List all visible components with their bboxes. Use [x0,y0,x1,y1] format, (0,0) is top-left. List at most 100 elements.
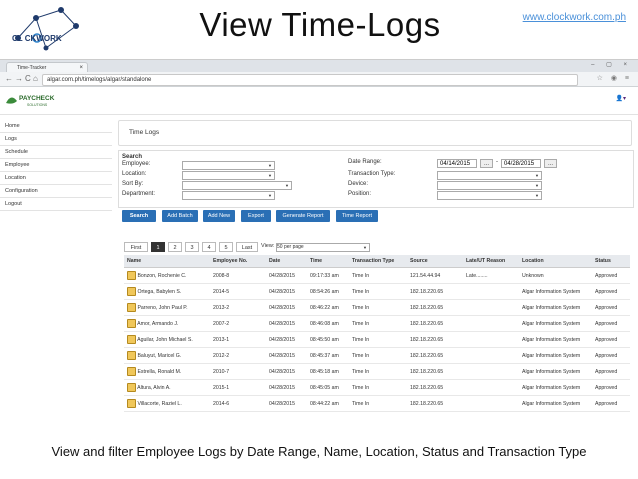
column-header[interactable]: Source [407,255,463,268]
column-header[interactable]: Late/UT Reason [463,255,519,268]
table-cell: Algar Information System [519,347,592,364]
export-button[interactable]: Export [241,210,271,222]
edit-icon[interactable] [127,319,136,328]
sidebar-item-logs[interactable]: Logs [0,133,112,146]
column-header[interactable]: Time [307,255,349,268]
brand-name: PAYCHECK [19,95,55,102]
page-size-select[interactable]: 50 per page ▼ [276,243,370,252]
logo-wordmark: CL CKWORK [12,34,62,43]
reload-icon[interactable]: C [25,73,31,85]
table-body: Bonzon, Rochenie C. 2008-8 04/28/2015 09:17… [124,267,630,412]
table-row: Aguilar, John Michael S. 2013-1 04/28/2015… [124,331,630,348]
user-menu[interactable]: 👤▾ [616,95,626,102]
slide-url[interactable]: www.clockwork.com.ph [523,12,626,23]
page-button-3[interactable]: 3 [185,242,199,252]
table-row: Estrella, Ronald M. 2010-7 04/28/2015 08:45… [124,363,630,380]
table-cell: Estrella, Ronald M. [124,363,210,380]
edit-icon[interactable] [127,351,136,360]
edit-icon[interactable] [127,383,136,392]
date-from-input[interactable]: 04/14/2015 [437,159,477,168]
table-cell: Time In [349,379,407,396]
device-select[interactable]: ▼ [437,181,542,190]
department-select[interactable]: ▼ [182,191,275,200]
sidebar-item-home[interactable]: Home [0,120,112,133]
sidebar-item-employee[interactable]: Employee [0,159,112,172]
table-cell: Approved [592,331,630,348]
table-cell: 182.18.220.65 [407,299,463,316]
column-header[interactable]: Location [519,255,592,268]
page-button-2[interactable]: 2 [168,242,182,252]
sidebar-item-location[interactable]: Location [0,172,112,185]
generate-report-button[interactable]: Generate Report [276,210,330,222]
forward-icon[interactable]: → [15,73,23,85]
panel-title: Time Logs [118,120,632,146]
edit-icon[interactable] [127,399,136,408]
location-select[interactable]: ▼ [182,171,275,180]
employee-select[interactable]: ▼ [182,161,275,170]
table-cell: Algar Information System [519,395,592,412]
chevron-down-icon: ▼ [363,245,367,250]
sidebar-item-schedule[interactable]: Schedule [0,146,112,159]
edit-icon[interactable] [127,271,136,280]
table-cell: Time In [349,315,407,332]
sidebar-item-logout[interactable]: Logout [0,198,112,211]
page-button-4[interactable]: 4 [202,242,216,252]
edit-icon[interactable] [127,367,136,376]
table-cell: Algar Information System [519,363,592,380]
table-cell: Altura, Alvin A. [124,379,210,396]
column-header[interactable]: Name [124,255,210,268]
search-button[interactable]: Search [122,210,156,222]
date-from-picker-button[interactable]: ... [480,159,493,168]
table-row: Altura, Alvin A. 2015-1 04/28/2015 08:45:05… [124,379,630,396]
last-page-button[interactable]: Last [236,242,258,252]
table-cell: 04/28/2015 [266,331,307,348]
date-to-input[interactable]: 04/28/2015 [501,159,541,168]
add-new-button[interactable]: Add New [203,210,235,222]
browser-tab[interactable]: Time-Tracker × [6,62,88,72]
extension-icons[interactable]: ☆ ◉ ≡ [597,74,632,82]
table-cell: Time In [349,363,407,380]
table-cell: Approved [592,363,630,380]
chevron-down-icon: ▼ [535,183,539,188]
table-cell: Approved [592,315,630,332]
location-label: Location: [122,171,147,177]
employee-name: Baluyut, Maricel G. [137,352,182,359]
column-header[interactable]: Employee No. [210,255,266,268]
page-button-1[interactable]: 1 [151,242,165,252]
back-icon[interactable]: ← [5,73,13,85]
table-cell: 04/28/2015 [266,283,307,300]
table-cell [463,363,519,380]
table-row: Amor, Armando J. 2007-2 04/28/2015 08:46:08… [124,315,630,332]
table-cell: Approved [592,395,630,412]
table-cell: Approved [592,299,630,316]
url-input[interactable]: algar.com.ph/timelogs/algar/standalone [42,74,578,86]
table-cell: Ortega, Babylen S. [124,283,210,300]
home-icon[interactable]: ⌂ [33,73,38,85]
table-cell: 08:54:26 am [307,283,349,300]
column-header[interactable]: Date [266,255,307,268]
edit-icon[interactable] [127,303,136,312]
table-cell: 04/28/2015 [266,267,307,284]
table-cell: 2013-2 [210,299,266,316]
transtype-select[interactable]: ▼ [437,171,542,180]
table-header: Name Employee No. Date Time Transaction Type… [124,255,630,268]
sidebar-item-configuration[interactable]: Configuration [0,185,112,198]
search-panel: Search Employee: Location: Sort By: Depa… [118,150,634,208]
page-button-5[interactable]: 5 [219,242,233,252]
position-select[interactable]: ▼ [437,191,542,200]
date-to-picker-button[interactable]: ... [544,159,557,168]
table-cell: Time In [349,331,407,348]
time-report-button[interactable]: Time Report [336,210,378,222]
window-controls[interactable]: – ▢ × [591,61,632,68]
table-cell: 2008-8 [210,267,266,284]
table-cell: Algar Information System [519,331,592,348]
sortby-select[interactable]: ▼ [182,181,292,190]
column-header[interactable]: Status [592,255,630,268]
edit-icon[interactable] [127,287,136,296]
first-page-button[interactable]: First [124,242,148,252]
add-batch-button[interactable]: Add Batch [162,210,198,222]
column-header[interactable]: Transaction Type [349,255,407,268]
table-cell: 2014-5 [210,283,266,300]
table-cell: Unknown [519,267,592,284]
edit-icon[interactable] [127,335,136,344]
